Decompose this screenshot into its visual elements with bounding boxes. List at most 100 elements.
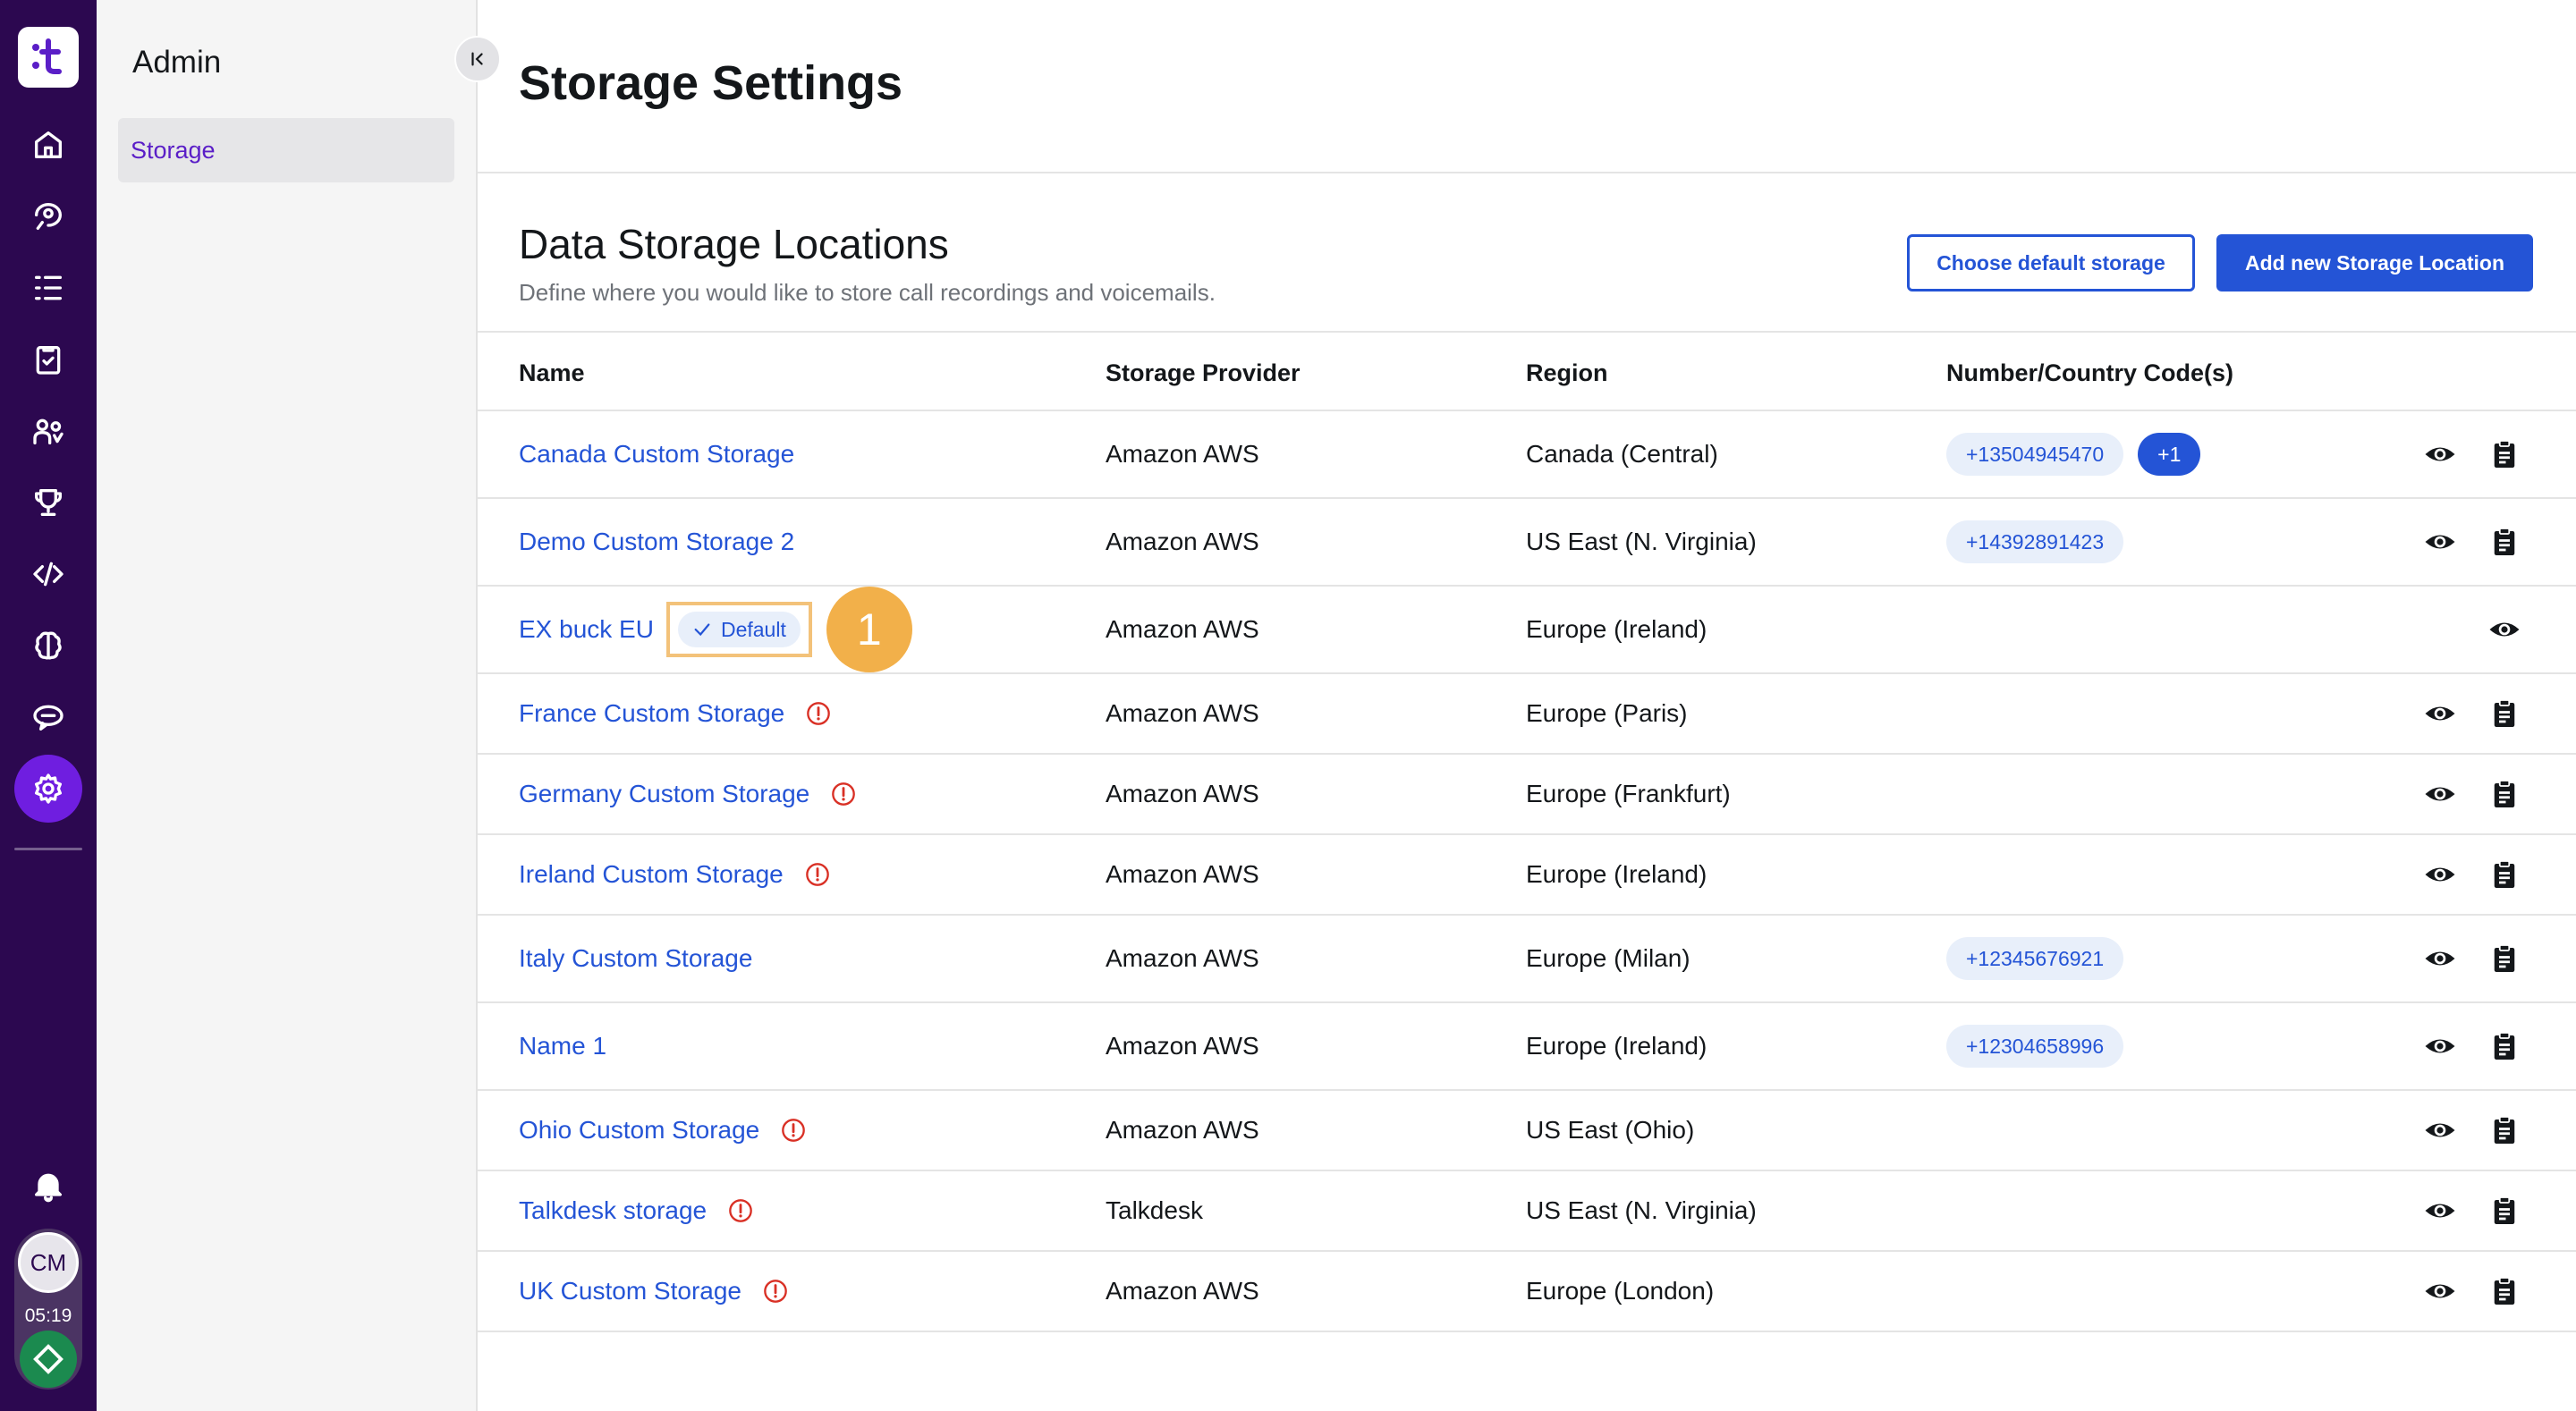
- view-icon[interactable]: [2422, 524, 2458, 560]
- clipboard-icon[interactable]: [2487, 524, 2522, 560]
- view-icon[interactable]: [2422, 1273, 2458, 1309]
- table-row[interactable]: Ireland Custom Storage Amazon AWS Europe…: [478, 835, 2576, 916]
- view-icon[interactable]: [2422, 1193, 2458, 1229]
- choose-default-storage-button[interactable]: Choose default storage: [1907, 234, 2195, 291]
- storage-name-link[interactable]: Name 1: [519, 1032, 606, 1060]
- column-header-provider[interactable]: Storage Provider: [1106, 359, 1301, 387]
- provider-cell: Amazon AWS: [1106, 615, 1259, 643]
- column-header-name[interactable]: Name: [519, 359, 585, 387]
- storage-name-link[interactable]: Italy Custom Storage: [519, 944, 752, 973]
- number-chip[interactable]: +12304658996: [1946, 1025, 2124, 1068]
- table-row[interactable]: UK Custom Storage Amazon AWS Europe (Lon…: [478, 1252, 2576, 1332]
- subnav-item-storage[interactable]: Storage: [118, 118, 454, 182]
- name-cell: Germany Custom Storage: [519, 780, 856, 808]
- provider-cell: Amazon AWS: [1106, 440, 1259, 468]
- rail-divider: [14, 848, 82, 850]
- available-status-icon[interactable]: [20, 1331, 77, 1388]
- region-cell: Europe (Frankfurt): [1526, 780, 1731, 807]
- table-row[interactable]: Italy Custom Storage Amazon AWS Europe (…: [478, 916, 2576, 1003]
- status-timer: 05:19: [24, 1305, 72, 1326]
- clipboard-icon[interactable]: [2487, 1193, 2522, 1229]
- clipboard-check-icon[interactable]: [21, 333, 75, 386]
- view-icon[interactable]: [2422, 857, 2458, 892]
- clipboard-icon[interactable]: [2487, 857, 2522, 892]
- user-status-pill[interactable]: CM 05:19: [14, 1229, 82, 1390]
- warning-icon[interactable]: [759, 1118, 806, 1143]
- codes-cell: +12304658996: [1946, 1025, 2124, 1068]
- app-rail: CM 05:19: [0, 0, 97, 1411]
- view-icon[interactable]: [2422, 776, 2458, 812]
- clipboard-icon[interactable]: [2487, 1028, 2522, 1064]
- settings-icon[interactable]: [14, 755, 82, 823]
- clipboard-icon[interactable]: [2487, 436, 2522, 472]
- table-row[interactable]: EX buck EU Default 1 Amazon AWS Europe (…: [478, 587, 2576, 674]
- home-icon[interactable]: [21, 118, 75, 172]
- number-chip[interactable]: +14392891423: [1946, 520, 2124, 563]
- contacts-icon[interactable]: [21, 190, 75, 243]
- warning-icon[interactable]: [741, 1279, 788, 1304]
- table-row[interactable]: Canada Custom Storage Amazon AWS Canada …: [478, 411, 2576, 499]
- clipboard-icon[interactable]: [2487, 941, 2522, 976]
- view-icon[interactable]: [2422, 941, 2458, 976]
- collapse-left-icon: [471, 52, 483, 66]
- users-icon[interactable]: [21, 404, 75, 458]
- storage-name-link[interactable]: Ohio Custom Storage: [519, 1116, 759, 1145]
- number-chip[interactable]: +13504945470: [1946, 433, 2124, 476]
- warning-icon[interactable]: [784, 862, 830, 887]
- section-title: Data Storage Locations: [519, 221, 949, 267]
- table-row[interactable]: Name 1 Amazon AWS Europe (Ireland) +1230…: [478, 1003, 2576, 1091]
- avatar[interactable]: CM: [18, 1232, 79, 1293]
- region-cell: US East (Ohio): [1526, 1116, 1695, 1144]
- table-row[interactable]: Germany Custom Storage Amazon AWS Europe…: [478, 755, 2576, 835]
- storage-name-link[interactable]: France Custom Storage: [519, 699, 784, 728]
- collapse-sidebar-button[interactable]: [454, 36, 501, 82]
- warning-icon[interactable]: [707, 1198, 753, 1223]
- chat-icon[interactable]: [21, 690, 75, 744]
- table-row[interactable]: France Custom Storage Amazon AWS Europe …: [478, 674, 2576, 755]
- region-cell: Europe (Ireland): [1526, 860, 1707, 888]
- table-row[interactable]: Demo Custom Storage 2 Amazon AWS US East…: [478, 499, 2576, 587]
- clipboard-icon[interactable]: [2487, 1273, 2522, 1309]
- column-header-region[interactable]: Region: [1526, 359, 1608, 387]
- region-cell: US East (N. Virginia): [1526, 1196, 1757, 1224]
- storage-name-link[interactable]: Ireland Custom Storage: [519, 860, 784, 889]
- storage-name-link[interactable]: Canada Custom Storage: [519, 440, 794, 469]
- list-icon[interactable]: [21, 261, 75, 315]
- view-icon[interactable]: [2422, 696, 2458, 731]
- column-header-codes[interactable]: Number/Country Code(s): [1946, 359, 2233, 387]
- name-cell: Ireland Custom Storage: [519, 860, 830, 889]
- step-number-badge: 1: [826, 587, 912, 672]
- number-chip[interactable]: +12345676921: [1946, 937, 2124, 980]
- default-badge: Default: [677, 612, 801, 647]
- trophy-icon[interactable]: [21, 476, 75, 529]
- view-icon[interactable]: [2487, 612, 2522, 647]
- clipboard-icon[interactable]: [2487, 776, 2522, 812]
- check-icon: [692, 620, 712, 639]
- clipboard-icon[interactable]: [2487, 696, 2522, 731]
- region-cell: US East (N. Virginia): [1526, 528, 1757, 555]
- add-storage-location-button[interactable]: Add new Storage Location: [2216, 234, 2533, 291]
- bell-icon[interactable]: [21, 1159, 75, 1212]
- brain-icon[interactable]: [21, 619, 75, 672]
- table-row[interactable]: Ohio Custom Storage Amazon AWS US East (…: [478, 1091, 2576, 1171]
- more-numbers-chip[interactable]: +1: [2138, 433, 2201, 476]
- storage-name-link[interactable]: Talkdesk storage: [519, 1196, 707, 1225]
- default-badge-label: Default: [720, 617, 786, 641]
- storage-name-link[interactable]: EX buck EU: [519, 615, 654, 644]
- storage-name-link[interactable]: Germany Custom Storage: [519, 780, 809, 808]
- storage-name-link[interactable]: Demo Custom Storage 2: [519, 528, 794, 556]
- clipboard-icon[interactable]: [2487, 1112, 2522, 1148]
- talkdesk-logo-icon[interactable]: [18, 27, 79, 88]
- name-cell: Talkdesk storage: [519, 1196, 753, 1225]
- warning-icon[interactable]: [809, 782, 856, 807]
- view-icon[interactable]: [2422, 1112, 2458, 1148]
- name-cell: Name 1: [519, 1032, 606, 1060]
- table-row[interactable]: Talkdesk storage Talkdesk US East (N. Vi…: [478, 1171, 2576, 1252]
- storage-name-link[interactable]: UK Custom Storage: [519, 1277, 741, 1305]
- view-icon[interactable]: [2422, 1028, 2458, 1064]
- code-icon[interactable]: [21, 547, 75, 601]
- view-icon[interactable]: [2422, 436, 2458, 472]
- warning-icon[interactable]: [784, 701, 831, 726]
- main-content: Storage Settings Data Storage Locations …: [478, 0, 2576, 1411]
- subnav-title: Admin: [132, 45, 222, 80]
